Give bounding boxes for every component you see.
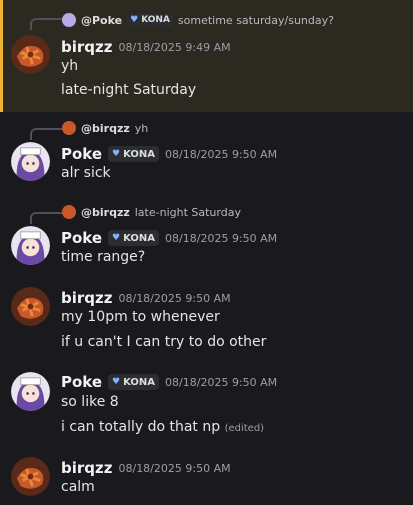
reply-author[interactable]: @birqzz — [81, 122, 130, 135]
server-tag: ♥ KONA — [108, 374, 160, 390]
message-header: birqzz 08/18/2025 9:50 AM — [61, 457, 231, 479]
heart-icon: ♥ — [112, 149, 121, 159]
author-name[interactable]: birqzz — [61, 38, 112, 56]
server-tag: ♥ KONA — [127, 13, 173, 27]
message-header: Poke ♥ KONA 08/18/2025 9:50 AM — [61, 227, 277, 249]
reply-author[interactable]: @Poke — [81, 14, 122, 27]
heart-icon: ♥ — [130, 15, 139, 25]
reply-connector — [30, 18, 62, 30]
server-tag: ♥ KONA — [108, 230, 160, 246]
message[interactable]: birqzz 08/18/2025 9:50 AM calm — [0, 449, 413, 505]
food-avatar-icon[interactable] — [11, 35, 50, 74]
timestamp: 08/18/2025 9:50 AM — [165, 147, 278, 161]
edited-label: (edited) — [224, 423, 265, 434]
reply-text: late-night Saturday — [134, 205, 241, 219]
server-tag: ♥ KONA — [108, 146, 160, 162]
message-header: birqzz 08/18/2025 9:49 AM — [61, 36, 231, 58]
anime-girl-avatar-icon[interactable] — [11, 142, 50, 181]
heart-icon: ♥ — [112, 233, 121, 243]
message-text: calm — [61, 479, 95, 495]
message[interactable]: birqzz 08/18/2025 9:50 AM my 10pm to whe… — [0, 280, 413, 360]
message-text: time range? — [61, 249, 146, 265]
reply-preview[interactable]: @Poke ♥ KONA sometime saturday/sunday? — [62, 10, 334, 30]
heart-icon: ♥ — [112, 377, 121, 387]
author-name[interactable]: Poke — [61, 373, 102, 391]
message[interactable]: Poke ♥ KONA 08/18/2025 9:50 AM so like 8… — [0, 364, 413, 446]
author-name[interactable]: birqzz — [61, 289, 112, 307]
timestamp: 08/18/2025 9:50 AM — [165, 231, 278, 245]
timestamp: 08/18/2025 9:49 AM — [118, 40, 231, 54]
reply-connector — [30, 212, 62, 224]
message-header: Poke ♥ KONA 08/18/2025 9:50 AM — [61, 143, 277, 165]
food-avatar-icon[interactable] — [11, 457, 50, 496]
reply-author[interactable]: @birqzz — [81, 206, 130, 219]
timestamp: 08/18/2025 9:50 AM — [118, 461, 231, 475]
reply-connector — [30, 128, 62, 140]
author-name[interactable]: Poke — [61, 145, 102, 163]
message-text: if u can't I can try to do other — [61, 334, 267, 350]
author-name[interactable]: birqzz — [61, 459, 112, 477]
reply-text: sometime saturday/sunday? — [177, 13, 334, 27]
timestamp: 08/18/2025 9:50 AM — [118, 291, 231, 305]
message[interactable]: @birqzz late-night Saturday Poke ♥ KONA … — [0, 196, 413, 280]
reply-preview[interactable]: @birqzz yh — [62, 118, 148, 138]
message-header: birqzz 08/18/2025 9:50 AM — [61, 287, 231, 309]
message-header: Poke ♥ KONA 08/18/2025 9:50 AM — [61, 371, 277, 393]
message-text: alr sick — [61, 165, 111, 181]
message-text: yh — [61, 58, 79, 74]
message-text: i can totally do that np (edited) — [61, 419, 265, 435]
reply-avatar-icon — [62, 205, 76, 219]
message[interactable]: @Poke ♥ KONA sometime saturday/sunday? b… — [0, 0, 413, 112]
reply-avatar-icon — [62, 121, 76, 135]
reply-text: yh — [134, 121, 149, 135]
message-text: my 10pm to whenever — [61, 309, 220, 325]
timestamp: 08/18/2025 9:50 AM — [165, 375, 278, 389]
chat-messages: @Poke ♥ KONA sometime saturday/sunday? b… — [0, 0, 413, 505]
author-name[interactable]: Poke — [61, 229, 102, 247]
anime-girl-avatar-icon[interactable] — [11, 226, 50, 265]
reply-preview[interactable]: @birqzz late-night Saturday — [62, 202, 241, 222]
message-text: so like 8 — [61, 394, 119, 410]
message[interactable]: @birqzz yh Poke ♥ KONA 08/18/2025 9:50 A… — [0, 112, 413, 194]
anime-girl-avatar-icon[interactable] — [11, 372, 50, 411]
message-text: late-night Saturday — [61, 82, 197, 98]
food-avatar-icon[interactable] — [11, 287, 50, 326]
reply-avatar-icon — [62, 13, 76, 27]
